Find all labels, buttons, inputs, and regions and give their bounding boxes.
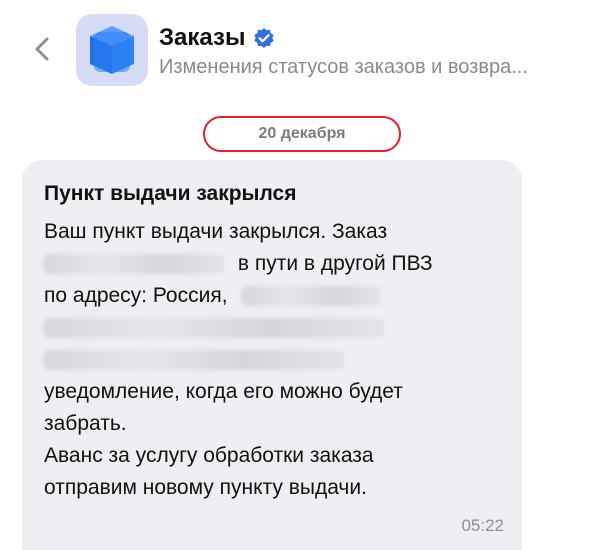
message-text: в пути в другой ПВЗ bbox=[237, 252, 433, 275]
date-label: 20 декабря bbox=[258, 125, 346, 142]
message-line: Ваш пункт выдачи закрылся. Заказ bbox=[44, 220, 388, 243]
message-bubble[interactable]: Пункт выдачи закрылся Ваш пункт выдачи з… bbox=[22, 160, 522, 550]
app-avatar[interactable] bbox=[76, 14, 148, 86]
message-line: по адресу: Россия, bbox=[44, 280, 494, 312]
message-line bbox=[44, 344, 494, 376]
message-body: Ваш пункт выдачи закрылся. Заказ в пути … bbox=[44, 216, 494, 504]
chat-header: Заказы Изменения статусов заказов и возв… bbox=[0, 0, 591, 110]
date-separator: 20 декабря bbox=[0, 116, 591, 154]
message-line: Аванс за услугу обработки заказа bbox=[44, 444, 374, 467]
message-text: по адресу: Россия, bbox=[44, 284, 228, 307]
message-line bbox=[44, 312, 494, 344]
chevron-left-icon bbox=[35, 37, 49, 61]
package-cube-icon bbox=[90, 26, 134, 74]
chat-title: Заказы bbox=[159, 24, 246, 51]
redacted-address bbox=[44, 350, 344, 371]
redacted-address bbox=[241, 286, 382, 307]
message-title: Пункт выдачи закрылся bbox=[44, 182, 297, 205]
message-line: забрать. bbox=[44, 412, 127, 435]
title-row[interactable]: Заказы bbox=[159, 24, 275, 52]
message-line: отправим новому пункту выдачи. bbox=[44, 476, 367, 499]
verified-check-icon bbox=[253, 27, 275, 49]
back-button[interactable] bbox=[28, 33, 56, 65]
message-line: в пути в другой ПВЗ bbox=[44, 248, 494, 280]
message-line: уведомление, когда его можно будет bbox=[44, 380, 403, 403]
redacted-address bbox=[44, 318, 384, 339]
message-time: 05:22 bbox=[461, 516, 504, 535]
chat-subtitle: Изменения статусов заказов и возвра... bbox=[159, 56, 528, 78]
redacted-order-number bbox=[44, 254, 224, 275]
